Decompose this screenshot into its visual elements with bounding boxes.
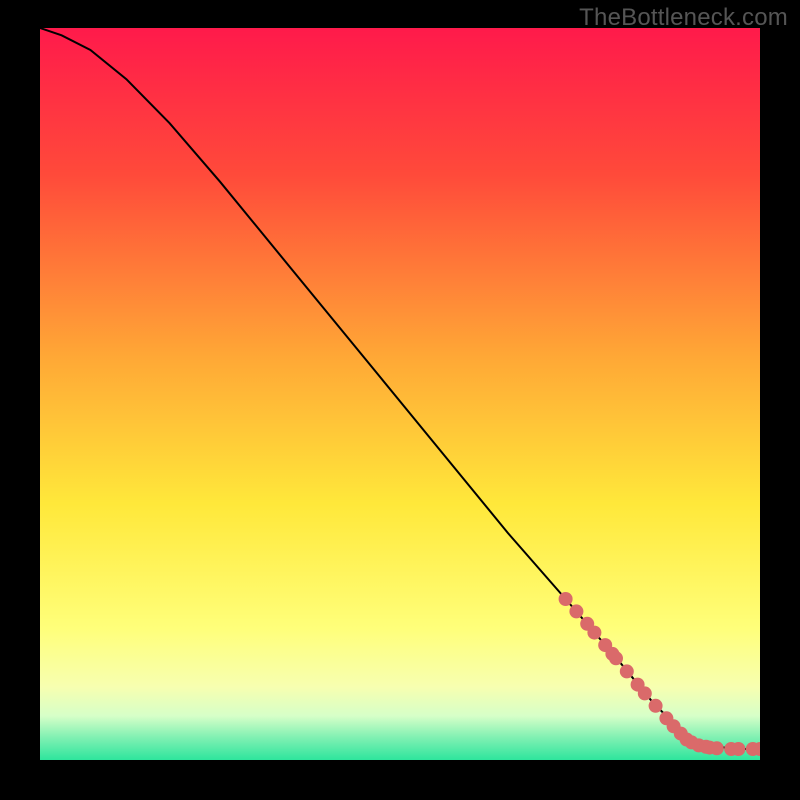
scatter-point [710, 741, 724, 755]
chart-frame: TheBottleneck.com [0, 0, 800, 800]
scatter-point [638, 686, 652, 700]
chart-background [40, 28, 760, 760]
chart-svg [40, 28, 760, 760]
scatter-point [559, 592, 573, 606]
scatter-point [569, 604, 583, 618]
scatter-point [587, 626, 601, 640]
watermark-text: TheBottleneck.com [579, 4, 788, 32]
scatter-point [620, 664, 634, 678]
scatter-point [649, 699, 663, 713]
scatter-point [609, 651, 623, 665]
scatter-point [731, 742, 745, 756]
plot-area [40, 28, 760, 760]
